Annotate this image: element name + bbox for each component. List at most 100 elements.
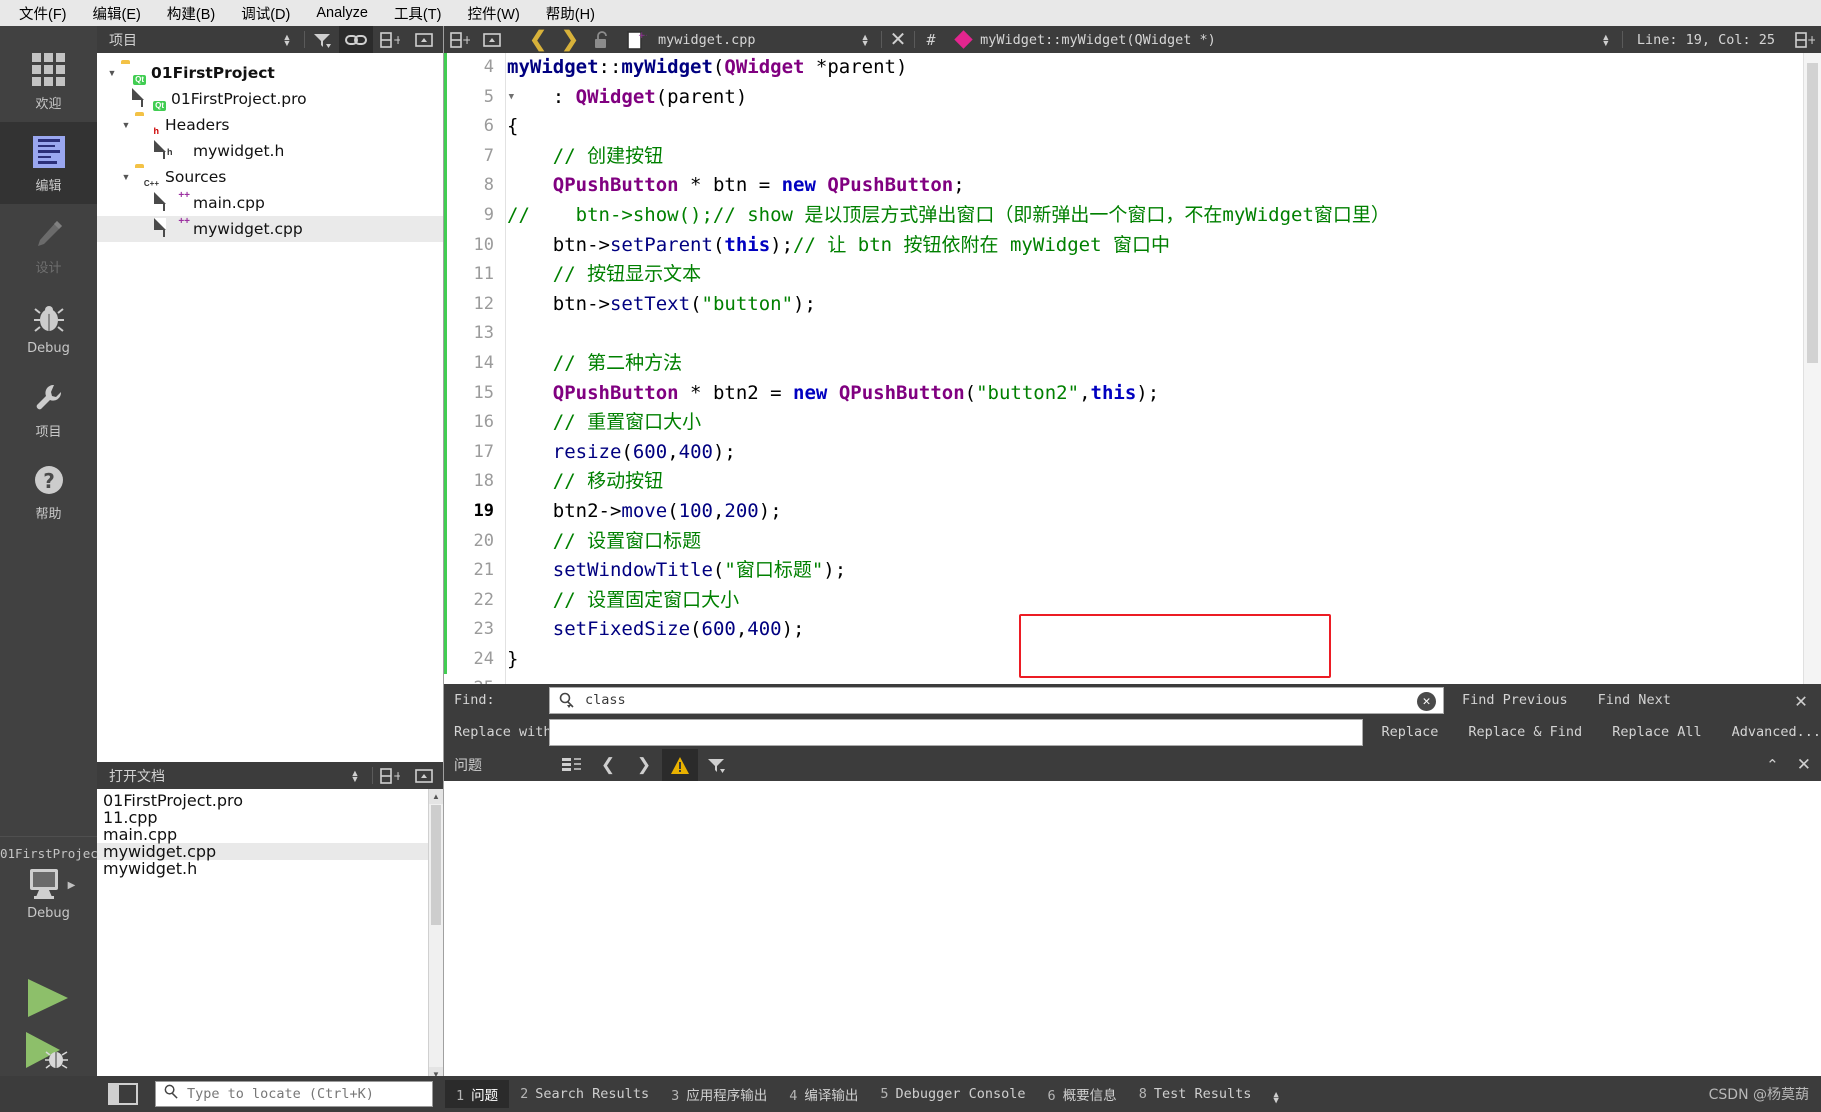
scroll-up-arrow[interactable]: ▲ [429,789,443,804]
sidebar-toggle-icon[interactable] [108,1083,138,1105]
magnifier-icon[interactable] [558,692,575,709]
open-doc-item[interactable]: 11.cpp [97,809,443,826]
filter-icon[interactable] [698,749,734,781]
code-line[interactable]: // 设置窗口标题 [507,527,1803,557]
open-doc-item-selected[interactable]: mywidget.cpp [97,843,443,860]
unlocked-icon[interactable] [586,26,618,53]
warning-icon[interactable] [662,749,698,781]
tab-test-results[interactable]: 8 Test Results [1128,1082,1263,1106]
menu-item-file[interactable]: 文件(F) [6,1,80,26]
tree-node-mywidget-cpp[interactable]: ++ mywidget.cpp [97,216,443,242]
code-line[interactable]: btn->setParent(this);// 让 btn 按钮依附在 myWi… [507,231,1803,261]
code-line[interactable]: // btn->show();// show 是以顶层方式弹出窗口（即新弹出一个… [507,201,1803,231]
find-previous-button[interactable]: Find Previous [1462,692,1568,708]
code-line[interactable]: QPushButton * btn2 = new QPushButton("bu… [507,379,1803,409]
tree-node-pro-file[interactable]: Qt 01FirstProject.pro [97,86,443,112]
mode-projects[interactable]: 项目 [0,368,97,450]
code-line[interactable]: // 创建按钮 [507,142,1803,172]
run-button[interactable] [22,976,74,1020]
tab-compile-output[interactable]: 4 编译输出 [778,1080,869,1108]
replace-and-find-button[interactable]: Replace & Find [1468,724,1582,740]
code-line[interactable]: // 第二种方法 [507,349,1803,379]
code-line[interactable]: myWidget::myWidget(QWidget *parent) [507,53,1803,83]
hash-icon[interactable]: # [915,26,947,53]
next-issue-icon[interactable]: ❯ [626,749,662,781]
code-line[interactable]: QPushButton * btn = new QPushButton; [507,171,1803,201]
code-editor[interactable]: 45▼678910111213141516171819202122232425 … [444,53,1821,684]
chevron-down-icon[interactable]: ▼ [117,172,135,182]
tabs-more-icon[interactable]: ▲ ▼ [1262,1081,1289,1108]
tab-debugger-console[interactable]: 5 Debugger Console [869,1082,1036,1106]
tree-node-headers[interactable]: ▼ h Headers [97,112,443,138]
code-line[interactable]: // 移动按钮 [507,467,1803,497]
replace-input[interactable] [549,718,1364,746]
locator-input[interactable]: Type to locate (Ctrl+K) [155,1081,433,1107]
tab-general-messages[interactable]: 6 概要信息 [1037,1080,1128,1108]
sort-updown-icon[interactable]: ▲ ▼ [338,762,372,789]
filter-icon[interactable] [305,26,339,53]
mode-welcome[interactable]: 欢迎 [0,40,97,122]
debug-button[interactable] [22,1029,74,1073]
add-split-icon[interactable]: + [444,26,476,53]
add-split-icon[interactable]: + [373,26,407,53]
mode-help[interactable]: ? 帮助 [0,450,97,532]
scrollbar-thumb[interactable] [431,805,441,925]
tree-node-project[interactable]: ▼ Qt 01FirstProject [97,60,443,86]
editor-filename[interactable]: mywidget.cpp [654,32,756,48]
code-line[interactable]: { [507,112,1803,142]
mode-debug[interactable]: Debug [0,286,97,368]
tab-application-output[interactable]: 3 应用程序输出 [660,1080,778,1108]
close-x-icon[interactable]: ✕ [882,26,914,53]
add-split-icon[interactable]: + [373,762,407,789]
code-line[interactable] [507,319,1803,349]
collapse-icon[interactable] [476,26,508,53]
tree-node-main-cpp[interactable]: ++ main.cpp [97,190,443,216]
advanced-button[interactable]: Advanced... [1732,724,1821,740]
tab-search-results[interactable]: 2 Search Results [509,1082,660,1106]
issues-list[interactable] [444,781,1821,1076]
kit-selector[interactable]: 01FirstProject ▶ Debug [0,846,105,921]
code-line[interactable]: // 重置窗口大小 [507,408,1803,438]
clear-circle-x-icon[interactable]: ✕ [1417,691,1436,711]
code-line[interactable]: // 设置固定窗口大小 [507,586,1803,616]
tree-node-mywidget-h[interactable]: h mywidget.h [97,138,443,164]
chevron-right-icon[interactable]: ❯ [554,26,586,53]
menu-item-window[interactable]: 控件(W) [454,1,532,26]
symbol-dropdown-icon[interactable]: ▲ ▼ [1590,26,1622,53]
tree-node-sources[interactable]: ▼ C++ Sources [97,164,443,190]
add-split-icon[interactable]: + [1789,26,1821,53]
replace-all-button[interactable]: Replace All [1612,724,1701,740]
menu-item-help[interactable]: 帮助(H) [533,1,608,26]
collapse-icon[interactable] [407,762,441,789]
chevron-up-icon[interactable]: ⌃ [1766,756,1779,774]
collapse-icon[interactable] [407,26,441,53]
chevron-down-icon[interactable]: ▼ [103,68,121,78]
close-panel-icon[interactable]: ✕ [1797,755,1811,775]
open-doc-item[interactable]: main.cpp [97,826,443,843]
code-line[interactable]: btn2->move(100,200); [507,497,1803,527]
tab-issues[interactable]: 1 问题 [445,1080,510,1108]
code-line[interactable]: setWindowTitle("窗口标题"); [507,556,1803,586]
category-filter-icon[interactable] [554,749,590,781]
close-find-bar-icon[interactable]: ✕ [1795,688,1807,712]
chevron-down-icon[interactable]: ▼ [117,120,135,130]
code-line[interactable]: resize(600,400); [507,438,1803,468]
scrollbar-thumb[interactable] [1807,63,1818,363]
file-dropdown-icon[interactable]: ▲ ▼ [849,26,881,53]
mode-design[interactable]: 设计 [0,204,97,286]
menu-item-tools[interactable]: 工具(T) [381,1,455,26]
find-input[interactable]: class ✕ [549,686,1444,714]
open-documents-scrollbar[interactable]: ▲ ▼ [428,789,443,1082]
editor-symbol-selector[interactable]: myWidget::myWidget(QWidget *) [970,32,1216,48]
code-line[interactable]: // 按钮显示文本 [507,260,1803,290]
find-next-button[interactable]: Find Next [1598,692,1671,708]
code-line[interactable]: btn->setText("button"); [507,290,1803,320]
open-doc-item[interactable]: mywidget.h [97,860,443,877]
prev-issue-icon[interactable]: ❮ [590,749,626,781]
editor-scrollbar[interactable] [1803,53,1821,684]
mode-edit[interactable]: 编辑 [0,122,97,204]
menu-item-edit[interactable]: 编辑(E) [80,1,154,26]
sort-updown-icon[interactable]: ▲ ▼ [270,26,304,53]
menu-item-build[interactable]: 构建(B) [154,1,228,26]
code-line[interactable]: : QWidget(parent) [507,83,1803,113]
